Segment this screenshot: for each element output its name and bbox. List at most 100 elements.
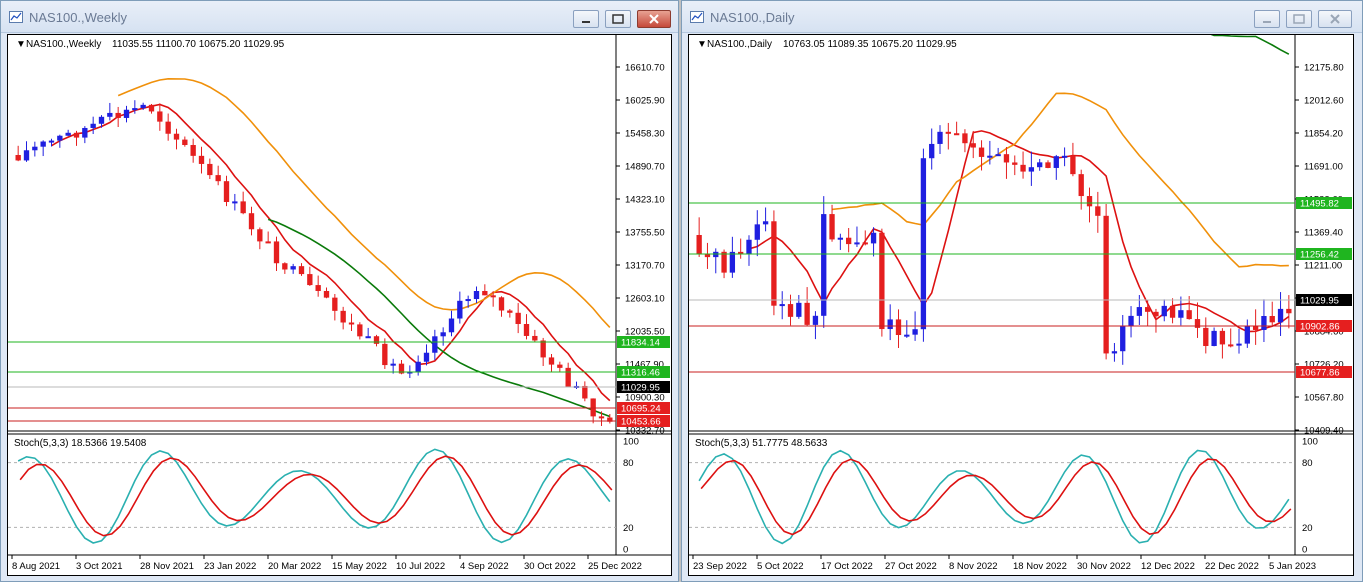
bearish-candle [532,335,538,341]
symbol-arrow-icon: ▼ [697,39,707,50]
date-label: 25 Dec 2022 [588,561,642,572]
stochastic-label: Stoch(5,3,3) 18.5366 19.5408 [14,438,147,449]
price-tick-label: 14890.70 [625,162,665,173]
bullish-candle [887,319,893,330]
minimize-button[interactable] [573,10,599,28]
bearish-candle [1169,305,1176,318]
stochastic-tick-label: 0 [623,545,628,556]
weekly-chart[interactable]: ▼ NAS100.,Weekly 11035.55 11100.70 10675… [7,34,672,576]
bullish-candle [1211,330,1217,347]
bullish-candle [929,143,935,159]
price-tick-label: 12603.10 [625,294,665,305]
stochastic-label: Stoch(5,3,3) 51.7775 48.5633 [695,438,828,449]
bearish-candle [223,181,230,202]
bullish-candle [854,242,860,245]
price-level-tag-label: 11495.82 [1300,199,1339,210]
title-bar[interactable]: NAS100.,Weekly [1,1,678,33]
bearish-candle [257,229,263,242]
chart-info-values: 11035.55 11100.70 10675.20 11029.95 [112,39,285,50]
minimize-icon [1263,21,1271,23]
bullish-candle [912,329,918,335]
bullish-candle [1111,351,1118,354]
close-button[interactable] [637,10,671,28]
bearish-candle [862,242,868,245]
bearish-candle [298,266,305,275]
bullish-candle [1120,326,1126,352]
bearish-candle [590,398,596,417]
bullish-candle [779,304,785,307]
price-tick-label: 10900.30 [625,393,665,404]
bullish-candle [107,112,113,117]
price-level-tag-label: 10453.66 [621,417,661,428]
bearish-candle [332,297,338,311]
price-tick-label: 12035.50 [625,327,665,338]
price-tick-label: 10567.80 [1304,393,1344,404]
bearish-candle [879,232,885,330]
minimize-button[interactable] [1254,10,1280,28]
bearish-candle [482,291,488,296]
window-title: NAS100.,Daily [710,10,795,25]
bullish-candle [870,232,877,244]
price-level-tag-label: 11316.46 [621,368,660,379]
close-button[interactable] [1318,10,1352,28]
date-label: 30 Nov 2022 [1077,561,1131,572]
maximize-button[interactable] [1286,10,1312,28]
price-level-tag-label: 10677.86 [1300,368,1340,379]
bearish-candle [540,340,546,358]
chart-window-icon [9,11,23,23]
bearish-candle [582,385,588,399]
date-label: 15 May 2022 [332,561,387,572]
price-tick-label: 13170.70 [625,261,665,272]
price-tick-label: 11691.00 [1304,162,1343,173]
bearish-candle [157,111,163,122]
mid-moving-average-line [117,77,611,328]
date-label: 18 Nov 2022 [1013,561,1067,572]
date-label: 8 Nov 2022 [949,561,998,572]
stochastic-tick-label: 20 [623,523,634,534]
weekly-chart-window[interactable]: NAS100.,Weekly ▼ NAS100.,Weekly 11035.55… [0,0,679,582]
bullish-candle [904,334,910,337]
bullish-candle [1053,156,1059,168]
bearish-candle [1078,174,1084,197]
date-label: 5 Oct 2022 [757,561,803,572]
bearish-candle [215,175,221,182]
maximize-icon [612,14,624,24]
stochastic-tick-label: 80 [623,458,634,469]
bullish-candle [457,300,463,319]
bearish-candle [273,241,280,264]
bearish-candle [945,131,951,134]
daily-price-chart[interactable]: ▼ NAS100.,Daily 10763.05 11089.35 10675.… [689,17,1353,575]
bearish-candle [1144,307,1151,312]
maximize-button[interactable] [605,10,631,28]
bullish-candle [812,315,819,325]
bullish-candle [40,141,46,147]
bullish-candle [1161,305,1167,317]
close-icon [649,14,659,24]
bullish-candle [1136,307,1143,316]
bearish-candle [1219,330,1226,345]
price-tick-label: 13755.50 [625,228,665,239]
bullish-candle [821,214,827,316]
bullish-candle [140,104,146,109]
price-tick-label: 12012.60 [1304,96,1344,107]
window-title: NAS100.,Weekly [29,10,128,25]
daily-chart-window[interactable]: NAS100.,Daily ▼ NAS100.,Daily 10763.05 1… [681,0,1363,582]
title-bar[interactable]: NAS100.,Daily [682,1,1362,33]
slow-moving-average-line [1031,17,1290,55]
date-label: 12 Dec 2022 [1141,561,1195,572]
date-label: 30 Oct 2022 [524,561,576,572]
price-level-tag-label: 11029.95 [1300,296,1339,307]
weekly-price-chart[interactable]: ▼ NAS100.,Weekly 11035.55 11100.70 10675… [8,35,671,575]
daily-chart[interactable]: ▼ NAS100.,Daily 10763.05 11089.35 10675.… [688,17,1354,576]
bearish-candle [498,297,505,311]
bullish-candle [440,332,446,337]
bearish-candle [1203,327,1209,347]
bearish-candle [1286,308,1292,314]
price-level-tag-label: 10695.24 [621,404,661,415]
bullish-candle [1061,155,1068,158]
bullish-candle [65,132,71,136]
bearish-candle [1003,154,1010,163]
bearish-candle [490,295,496,298]
bearish-candle [787,304,794,317]
bearish-candle [173,133,180,140]
